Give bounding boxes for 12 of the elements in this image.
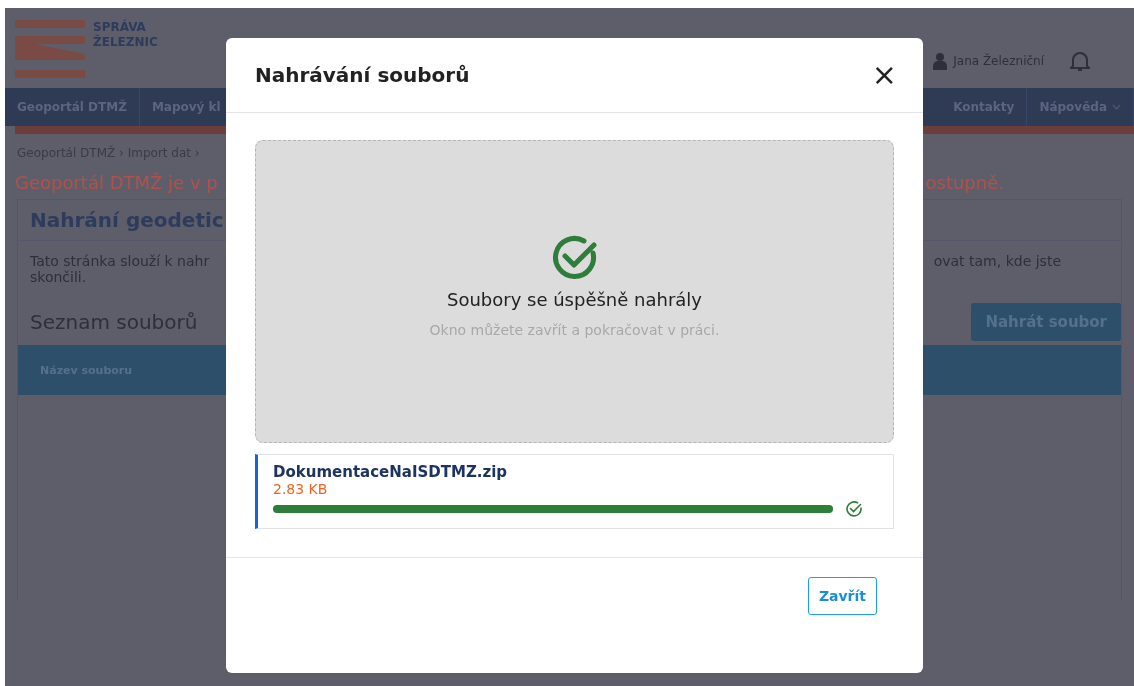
file-name: DokumentaceNaISDTMZ.zip bbox=[273, 463, 509, 481]
notice-text: ostupně. bbox=[925, 172, 1004, 193]
user-icon bbox=[933, 52, 948, 70]
notice-text: Geoportál DTMŽ je v p bbox=[15, 172, 218, 193]
file-size: 2.83 KB bbox=[273, 481, 329, 497]
check-circle-icon bbox=[550, 233, 599, 281]
dialog-title: Nahrávání souborů bbox=[255, 63, 470, 87]
logo-icon bbox=[15, 20, 85, 78]
close-dialog-button[interactable]: Zavřít bbox=[807, 577, 877, 615]
close-button[interactable]: × bbox=[871, 60, 897, 90]
bell-icon[interactable] bbox=[1070, 50, 1090, 72]
status-title: Soubory se úspěšně nahrály bbox=[446, 289, 702, 310]
